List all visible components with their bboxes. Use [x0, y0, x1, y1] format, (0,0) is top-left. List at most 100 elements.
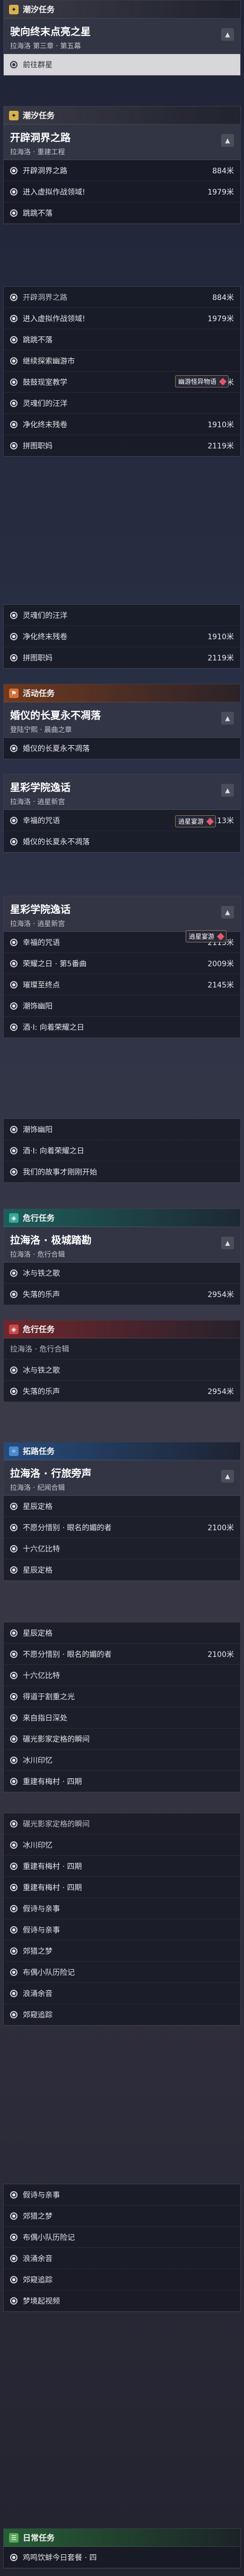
objective-row[interactable]: 重建有梅村 · 四期: [4, 1856, 240, 1877]
objective-row[interactable]: 跳跳不落: [4, 329, 240, 350]
objective-row[interactable]: 婚仪的长夏永不凋落: [4, 738, 240, 759]
quest-card[interactable]: 开辟洞界之路 拉海洛 · 重建工程 ▲: [4, 125, 240, 160]
quest-card[interactable]: 星彩学院逸话 拉海洛 · 逍星新宫 ▲: [4, 896, 240, 932]
objective-row[interactable]: 重建有梅村 · 四期: [4, 1771, 240, 1792]
objective-row[interactable]: 进入虚拟作战领域! 1979米: [4, 308, 240, 329]
objective-row[interactable]: 不愿分惜别 · 眼名的媚的者 2100米: [4, 1644, 240, 1665]
objective-row[interactable]: 失落的乐声 2954米: [4, 1284, 240, 1305]
objective-row[interactable]: 浪涌余音: [4, 2248, 240, 2269]
objective-row[interactable]: 拼图职妈 2119米: [4, 435, 240, 456]
objective-label: 婚仪的长夏永不凋落: [23, 744, 90, 753]
objective-label: 婚仪的长夏永不凋落: [23, 837, 90, 846]
objective-dot-icon: [10, 420, 18, 428]
objective-row[interactable]: 酒·Ⅰ: 向着荣耀之日: [4, 1017, 240, 1038]
objective-row[interactable]: 婚仪的长夏永不凋落: [4, 831, 240, 852]
objective-row[interactable]: 荣耀之日 · 第5番曲 2009米: [4, 953, 240, 974]
gem-icon: [206, 817, 214, 825]
quest-card[interactable]: 拉海洛 · 行旅旁声 拉海洛 · 纪闻合辑 ▲: [4, 1460, 240, 1496]
objective-row[interactable]: 开辟洞界之路 884米: [4, 287, 240, 308]
objective-row[interactable]: 进入虚拟作战领域! 1979米: [4, 181, 240, 202]
quest-title: 拉海洛 · 极城踏勘: [10, 1234, 92, 1246]
chevron-up-icon[interactable]: ▲: [221, 1470, 234, 1483]
panel-tide-quest-2: ✦ 潮汐任务 开辟洞界之路 拉海洛 · 重建工程 ▲ 开辟洞界之路 884米 进入…: [3, 106, 241, 224]
objective-label: 潮饰幽阳: [23, 1002, 53, 1011]
section-label: 活动任务: [23, 689, 55, 698]
quest-title: 开辟洞界之路: [10, 132, 71, 144]
quest-card[interactable]: 婚仪的长夏永不凋落 登陆宁熙 · 晨曲之章 ▲: [4, 702, 240, 738]
event-badge[interactable]: 逍星宴游: [186, 930, 227, 942]
objective-row[interactable]: 冰与铁之歌: [4, 1263, 240, 1284]
objective-row[interactable]: 拼图职妈 2119米: [4, 647, 240, 668]
objective-row[interactable]: 开辟洞界之路 884米: [4, 160, 240, 181]
objective-row[interactable]: 星辰定格: [4, 1622, 240, 1644]
map-icon: ✧: [9, 1446, 19, 1456]
distance-label: 2119米: [207, 442, 234, 451]
objective-row[interactable]: 跳跳不落: [4, 202, 240, 224]
quest-card[interactable]: 驶向终末点亮之星 拉海洛 第三章 · 第五幕 ▲: [4, 19, 240, 54]
quest-card[interactable]: 星彩学院逸话 拉海洛 · 逍星新宫 ▲: [4, 774, 240, 810]
objective-row[interactable]: 碾光影家定格的瞬间: [4, 1728, 240, 1750]
objective-row[interactable]: 前往群星: [4, 54, 240, 75]
objective-row[interactable]: 冰川印忆: [4, 1750, 240, 1771]
quest-card[interactable]: 拉海洛 · 极城踏勘 拉海洛 · 危行合辑 ▲: [4, 1227, 240, 1263]
objective-row[interactable]: 冰川印忆: [4, 1834, 240, 1856]
objective-label: 冰川印忆: [23, 1756, 53, 1765]
event-badge[interactable]: 逍星宴游: [175, 815, 216, 827]
objective-row[interactable]: 冰与铁之歌: [4, 1360, 240, 1381]
objective-row[interactable]: 璀璨至终点 2145米: [4, 974, 240, 995]
objective-row[interactable]: 郊窥追踪: [4, 2269, 240, 2290]
objective-label: 净化终末残卷: [23, 420, 67, 429]
chevron-up-icon[interactable]: ▲: [221, 134, 234, 147]
objective-dot-icon: [10, 1862, 18, 1870]
objective-row[interactable]: 星辰定格: [4, 1496, 240, 1517]
objective-dot-icon: [10, 2275, 18, 2283]
quest-title: 星彩学院逸话: [10, 904, 71, 915]
objective-label: 十六亿比特: [23, 1671, 60, 1680]
objective-dot-icon: [10, 314, 18, 322]
chevron-up-icon[interactable]: ▲: [221, 906, 234, 919]
objective-row[interactable]: 净化终末残卷 1910米: [4, 414, 240, 435]
objective-row[interactable]: 郊猎之梦: [4, 2206, 240, 2227]
distance-label: 2145米: [207, 981, 234, 990]
objective-row[interactable]: 灵魂们的汪洋: [4, 393, 240, 414]
panel-exploration-quest-expanded: 星辰定格 不愿分惜别 · 眼名的媚的者 2100米 十六亿比特 得道于割重之光 来…: [3, 1622, 241, 1793]
objective-row[interactable]: 十六亿比特: [4, 1665, 240, 1686]
objective-row[interactable]: 潮饰幽阳: [4, 1119, 240, 1140]
objective-label: 郊窥追踪: [23, 2275, 53, 2284]
objective-row[interactable]: 潮饰幽阳: [4, 995, 240, 1017]
objective-row[interactable]: 郊猎之梦: [4, 1940, 240, 1962]
objective-row[interactable]: 我们的故事才刚刚开始: [4, 1161, 240, 1183]
objective-row[interactable]: 布偶小队历险记: [4, 2227, 240, 2248]
objective-row[interactable]: 梦境起视频: [4, 2290, 240, 2312]
objective-row[interactable]: 来自指日深处: [4, 1707, 240, 1728]
objective-row[interactable]: 净化终末残卷 1910米: [4, 626, 240, 647]
objective-row[interactable]: 灵魂们的汪洋: [4, 605, 240, 626]
objective-dot-icon: [10, 2191, 18, 2199]
objective-row[interactable]: 不愿分惜别 · 眼名的媚的者 2100米: [4, 1517, 240, 1538]
chevron-up-icon[interactable]: ▲: [221, 1237, 234, 1249]
objective-row[interactable]: 布偶小队历险记: [4, 1962, 240, 1983]
objective-row[interactable]: 失落的乐声 2954米: [4, 1381, 240, 1402]
objective-row[interactable]: 浪涌余音: [4, 1983, 240, 2004]
chevron-up-icon[interactable]: ▲: [221, 28, 234, 41]
objective-row[interactable]: 酒·Ⅰ: 向着荣耀之日: [4, 1140, 240, 1161]
objective-row[interactable]: 继续探索幽游市: [4, 350, 240, 372]
objective-label: 进入虚拟作战领域!: [23, 188, 85, 197]
event-badge[interactable]: 幽游怪异物语: [175, 375, 229, 387]
objective-row[interactable]: 鸡鸣饮蚌今日套餐 · 四: [4, 2547, 240, 2568]
objective-row[interactable]: 假诗与亲事: [4, 2184, 240, 2206]
objective-label: 前往群星: [23, 60, 53, 69]
chevron-up-icon[interactable]: ▲: [221, 784, 234, 797]
objective-label: 星辰定格: [23, 1566, 53, 1575]
objective-row[interactable]: 十六亿比特: [4, 1538, 240, 1559]
chevron-up-icon[interactable]: ▲: [221, 712, 234, 725]
quest-subtitle: 拉海洛 · 逍星新宫: [10, 798, 65, 806]
objective-row[interactable]: 假诗与亲事: [4, 1919, 240, 1940]
objective-row[interactable]: 假诗与亲事: [4, 1898, 240, 1919]
objective-row[interactable]: 郊窥追踪: [4, 2004, 240, 2025]
objective-row[interactable]: 重建有梅村 · 四期: [4, 1877, 240, 1898]
objective-row[interactable]: 得道于割重之光: [4, 1686, 240, 1707]
objective-dot-icon: [10, 632, 18, 640]
objective-row[interactable]: 碾光影家定格的瞬间: [4, 1813, 240, 1834]
objective-row[interactable]: 星辰定格: [4, 1559, 240, 1581]
